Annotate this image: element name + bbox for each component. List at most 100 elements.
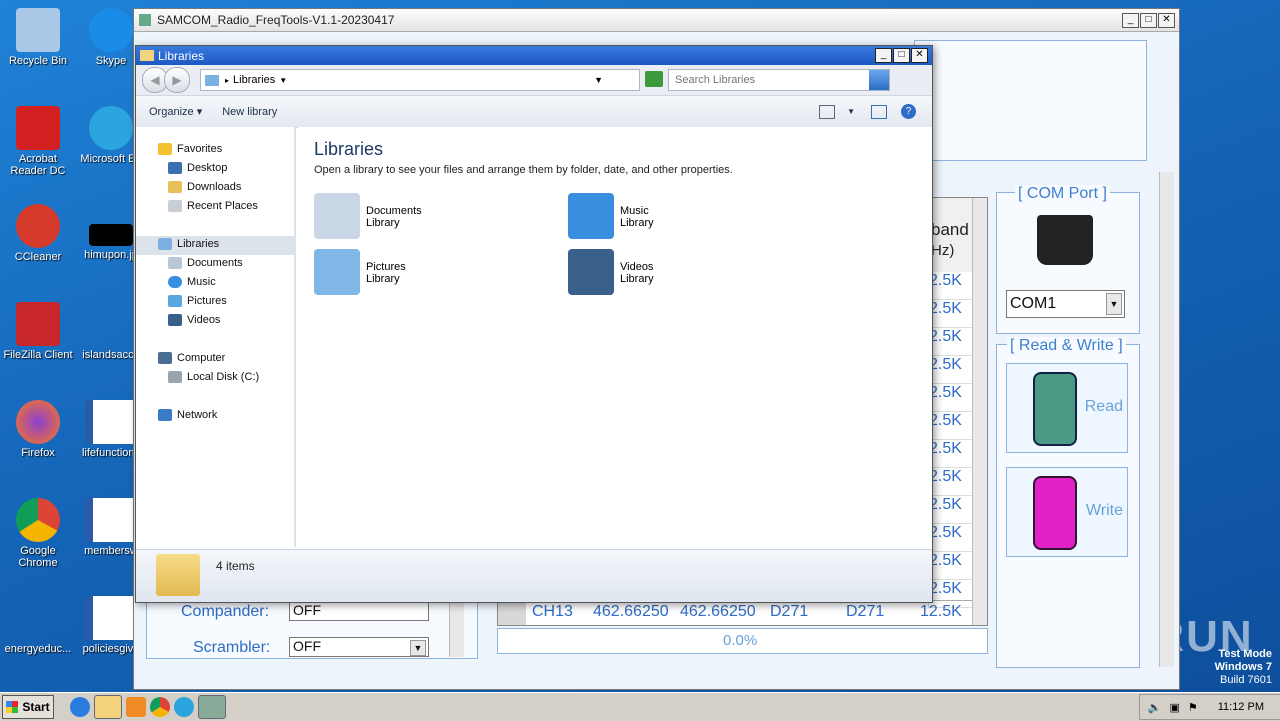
nav-local-disk[interactable]: Local Disk (C:): [168, 371, 259, 383]
chevron-down-icon[interactable]: ▼: [410, 640, 426, 656]
breadcrumb[interactable]: Libraries: [233, 74, 275, 86]
table-cell[interactable]: 2.5K: [928, 412, 972, 440]
library-music[interactable]: Music Library: [568, 193, 654, 239]
table-cell[interactable]: 2.5K: [928, 524, 972, 552]
freqtools-taskbar-icon[interactable]: [198, 695, 226, 719]
network-tray-icon[interactable]: ▣: [1169, 701, 1179, 714]
nav-documents[interactable]: Documents: [168, 257, 243, 269]
explorer-taskbar-icon[interactable]: [94, 695, 122, 719]
table-cell[interactable]: 2.5K: [928, 272, 972, 300]
nav-recent-places[interactable]: Recent Places: [168, 200, 258, 212]
freqtools-titlebar[interactable]: SAMCOM_Radio_FreqTools-V1.1-20230417 _ □…: [134, 9, 1179, 32]
navigation-pane: Favorites Desktop Downloads Recent Place…: [136, 127, 296, 547]
desktop-icon-acrobat[interactable]: Acrobat Reader DC: [0, 106, 76, 177]
library-documents[interactable]: Documents Library: [314, 193, 422, 239]
table-cell[interactable]: 2.5K: [928, 468, 972, 496]
preview-pane-icon[interactable]: [871, 104, 887, 119]
nav-music[interactable]: Music: [168, 276, 216, 288]
table-scrollbar[interactable]: [972, 198, 987, 625]
cell-channel[interactable]: CH13: [532, 603, 573, 621]
scrambler-select[interactable]: OFF ▼: [289, 637, 429, 657]
compander-select[interactable]: OFF: [289, 601, 429, 621]
nav-desktop[interactable]: Desktop: [168, 162, 227, 174]
help-icon[interactable]: ?: [901, 104, 916, 119]
close-button[interactable]: ✕: [911, 48, 928, 63]
breadcrumb-arrow-icon[interactable]: ▸: [225, 76, 229, 85]
chevron-down-icon[interactable]: ▼: [1106, 293, 1122, 315]
search-box[interactable]: [668, 69, 890, 91]
refresh-icon[interactable]: [645, 71, 663, 87]
nav-favorites[interactable]: Favorites: [158, 143, 222, 155]
clock[interactable]: 11:12 PM: [1218, 701, 1264, 713]
table-cell[interactable]: 2.5K: [928, 384, 972, 412]
app-scrollbar[interactable]: [1159, 172, 1174, 667]
table-cell[interactable]: 2.5K: [928, 300, 972, 328]
maximize-button[interactable]: □: [893, 48, 910, 63]
minimize-button[interactable]: _: [1122, 12, 1139, 28]
desktop-icon-chrome[interactable]: Google Chrome: [0, 498, 76, 569]
os-watermark: Test Mode Windows 7 Build 7601: [1215, 648, 1272, 687]
library-videos[interactable]: Videos Library: [568, 249, 654, 295]
organize-button[interactable]: Organize ▾: [149, 105, 202, 118]
nav-videos[interactable]: Videos: [168, 314, 220, 326]
desktop-icon-filezilla[interactable]: FileZilla Client: [0, 302, 76, 361]
desktop-icon-ccleaner[interactable]: CCleaner: [0, 204, 76, 263]
search-input[interactable]: [673, 73, 867, 87]
build-text: Build 7601: [1220, 674, 1272, 686]
view-options-icon[interactable]: [819, 104, 836, 119]
desktop-icon-recycle-bin[interactable]: Recycle Bin: [0, 8, 76, 67]
settings-scrollbar[interactable]: [449, 601, 464, 657]
cell-decode[interactable]: D271: [770, 603, 808, 621]
libraries-icon: [205, 74, 219, 86]
table-row[interactable]: CH13 462.66250 462.66250 D271 D271 12.5K: [498, 600, 972, 625]
new-library-button[interactable]: New library: [222, 106, 277, 118]
desktop-icon-firefox[interactable]: Firefox: [0, 400, 76, 459]
ie-taskbar-icon[interactable]: [70, 697, 90, 717]
table-cell[interactable]: 2.5K: [928, 356, 972, 384]
start-label: Start: [22, 700, 50, 714]
windows-logo-icon: [6, 701, 19, 713]
flag-icon[interactable]: ⚑: [1188, 701, 1198, 714]
chevron-down-icon[interactable]: ▼: [847, 107, 855, 116]
search-icon[interactable]: [869, 70, 889, 90]
forward-button[interactable]: ▶: [164, 67, 190, 93]
nav-label: Network: [177, 409, 218, 421]
nav-downloads[interactable]: Downloads: [168, 181, 241, 193]
libraries-titlebar[interactable]: Libraries _ □ ✕: [136, 46, 932, 65]
nav-label: Recent Places: [187, 200, 258, 212]
volume-icon[interactable]: 🔈: [1148, 701, 1162, 714]
address-bar[interactable]: ▸ Libraries ▼ ▼: [200, 69, 663, 91]
nav-pictures[interactable]: Pictures: [168, 295, 227, 307]
start-button[interactable]: Start: [2, 695, 54, 719]
maximize-button[interactable]: □: [1140, 12, 1157, 28]
cell-rx-freq[interactable]: 462.66250: [593, 603, 669, 621]
nav-network[interactable]: Network: [158, 409, 217, 421]
nav-computer[interactable]: Computer: [158, 352, 225, 364]
nav-label: Pictures: [187, 295, 227, 307]
library-pictures[interactable]: Pictures Library: [314, 249, 406, 295]
read-button[interactable]: Read: [1006, 363, 1128, 453]
library-type: Library: [366, 273, 400, 285]
serial-connector-icon: [1037, 215, 1093, 265]
nav-libraries[interactable]: Libraries: [158, 238, 219, 250]
table-cell[interactable]: 2.5K: [928, 496, 972, 524]
nav-label: Local Disk (C:): [187, 371, 260, 383]
table-cell[interactable]: 2.5K: [928, 328, 972, 356]
table-cell[interactable]: 2.5K: [928, 552, 972, 580]
write-button[interactable]: Write: [1006, 467, 1128, 557]
chevron-down-icon[interactable]: ▼: [279, 76, 287, 85]
media-player-taskbar-icon[interactable]: [126, 697, 146, 717]
table-cell[interactable]: 2.5K: [928, 440, 972, 468]
cell-encode[interactable]: D271: [846, 603, 884, 621]
history-dropdown-icon[interactable]: ▼: [594, 75, 603, 85]
desktop-icon-label: membersw: [84, 545, 138, 557]
com-port-select[interactable]: COM1 ▼: [1006, 290, 1125, 318]
desktop-icon-energyeduc[interactable]: energyeduc...: [0, 596, 76, 655]
chrome-taskbar-icon[interactable]: [150, 697, 170, 717]
cell-bandwidth[interactable]: 12.5K: [920, 603, 962, 621]
nav-label: Computer: [177, 352, 226, 364]
close-button[interactable]: ✕: [1158, 12, 1175, 28]
cell-tx-freq[interactable]: 462.66250: [680, 603, 756, 621]
minimize-button[interactable]: _: [875, 48, 892, 63]
edge-taskbar-icon[interactable]: [174, 697, 194, 717]
